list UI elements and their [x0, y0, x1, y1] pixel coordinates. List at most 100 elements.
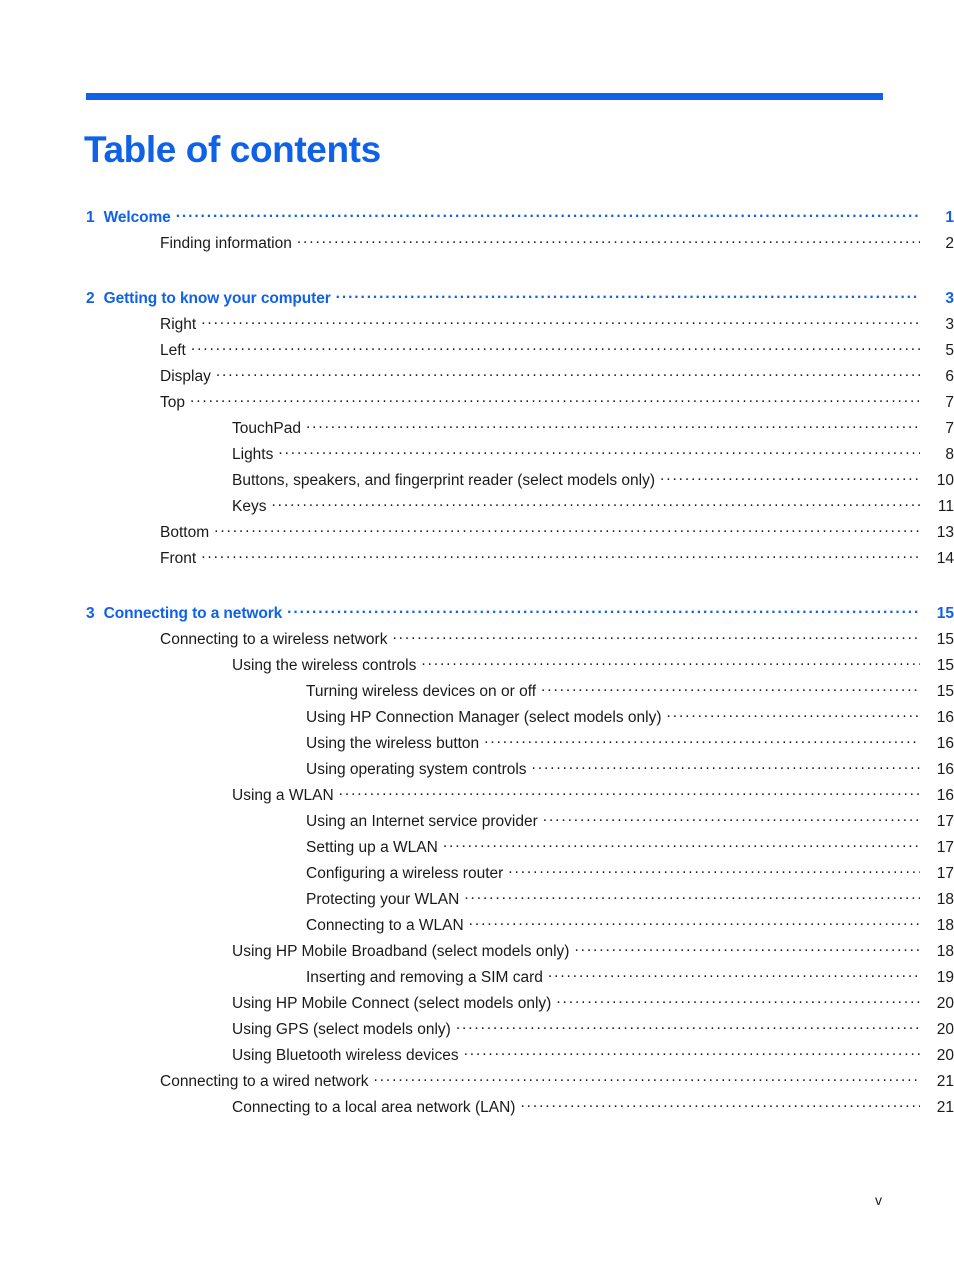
toc-entry[interactable]: Using a WLAN 16: [0, 784, 954, 810]
toc-page-number: 14: [936, 549, 954, 567]
toc-entry-label: Welcome: [103, 208, 171, 226]
toc-entry[interactable]: Lights 8: [0, 443, 954, 469]
toc-leader-dots: [287, 602, 920, 618]
toc-leader-dots: [190, 391, 920, 407]
toc-entry[interactable]: Using the wireless button 16: [0, 732, 954, 758]
toc-leader-dots: [191, 339, 920, 355]
toc-entry-label: Display: [160, 367, 211, 385]
toc-leader-dots: [484, 732, 920, 748]
toc-leader-dots: [392, 628, 920, 644]
toc-entry[interactable]: Keys 11: [0, 495, 954, 521]
toc-leader-dots: [541, 680, 920, 696]
toc-entry[interactable]: Bottom 13: [0, 521, 954, 547]
title-rule: [86, 93, 883, 100]
toc-leader-dots: [520, 1096, 920, 1112]
toc-page-number: 2: [945, 234, 954, 252]
toc-entry[interactable]: Using HP Mobile Connect (select models o…: [0, 992, 954, 1018]
toc-page-number: 17: [936, 864, 954, 882]
toc-entry[interactable]: Setting up a WLAN 17: [0, 836, 954, 862]
toc-entry[interactable]: Finding information 2: [0, 232, 954, 258]
toc-entry-label: Using operating system controls: [306, 760, 527, 778]
toc-entry-label: Using Bluetooth wireless devices: [232, 1046, 459, 1064]
toc-page-number: 18: [936, 942, 954, 960]
toc-entry-number: 3: [86, 604, 95, 622]
toc-chapter-entry[interactable]: 3 Connecting to a network 15: [0, 602, 954, 628]
toc-page-number: 19: [936, 968, 954, 986]
toc-leader-dots: [548, 966, 920, 982]
toc-leader-dots: [201, 313, 920, 329]
toc-entry-label: Keys: [232, 497, 267, 515]
toc-entry[interactable]: Connecting to a wired network 21: [0, 1070, 954, 1096]
toc-entry-label: Using an Internet service provider: [306, 812, 538, 830]
toc-entry-label: Finding information: [160, 234, 292, 252]
toc-page-number: 20: [936, 994, 954, 1012]
toc-page-number: 3: [945, 289, 954, 307]
toc-page-number: 18: [936, 890, 954, 908]
toc-page-number: 20: [936, 1046, 954, 1064]
toc-entry-label: Lights: [232, 445, 274, 463]
page-folio: v: [875, 1192, 882, 1208]
toc-entry[interactable]: Using HP Mobile Broadband (select models…: [0, 940, 954, 966]
toc-leader-dots: [297, 232, 920, 248]
toc-page-number: 1: [945, 208, 954, 226]
toc-page-number: 21: [936, 1072, 954, 1090]
toc-entry[interactable]: Turning wireless devices on or off 15: [0, 680, 954, 706]
toc-entry[interactable]: Using GPS (select models only) 20: [0, 1018, 954, 1044]
toc-entry[interactable]: Top 7: [0, 391, 954, 417]
toc-entry-number: 2: [86, 289, 95, 307]
toc-entry[interactable]: Using operating system controls 16: [0, 758, 954, 784]
toc-entry[interactable]: Using HP Connection Manager (select mode…: [0, 706, 954, 732]
toc-entry[interactable]: Connecting to a WLAN 18: [0, 914, 954, 940]
toc-entry-label: Left: [160, 341, 186, 359]
toc-entry-label: Getting to know your computer: [103, 289, 331, 307]
toc-page-number: 15: [936, 682, 954, 700]
toc-entry[interactable]: Inserting and removing a SIM card 19: [0, 966, 954, 992]
toc-entry[interactable]: Using the wireless controls 15: [0, 654, 954, 680]
toc-entry[interactable]: Buttons, speakers, and fingerprint reade…: [0, 469, 954, 495]
toc-leader-dots: [556, 992, 920, 1008]
toc-entry-label: Connecting to a local area network (LAN): [232, 1098, 516, 1116]
toc-entry-label: Connecting to a network: [103, 604, 283, 622]
toc-leader-dots: [543, 810, 920, 826]
toc-entry[interactable]: Connecting to a local area network (LAN)…: [0, 1096, 954, 1122]
toc-entry[interactable]: Configuring a wireless router 17: [0, 862, 954, 888]
toc-chapter-entry[interactable]: 2 Getting to know your computer 3: [0, 287, 954, 313]
toc-entry-label: Buttons, speakers, and fingerprint reade…: [232, 471, 656, 489]
toc-leader-dots: [443, 836, 920, 852]
toc-entry-label: Using GPS (select models only): [232, 1020, 451, 1038]
table-of-contents: 1 Welcome 1 Finding information 2 2 Getting to…: [0, 206, 954, 1122]
toc-entry-label: Using a WLAN: [232, 786, 334, 804]
toc-leader-dots: [339, 784, 920, 800]
toc-entry-label: Connecting to a wired network: [160, 1072, 369, 1090]
toc-entry-label: Bottom: [160, 523, 210, 541]
toc-entry[interactable]: Protecting your WLAN 18: [0, 888, 954, 914]
toc-leader-dots: [532, 758, 920, 774]
toc-leader-dots: [456, 1018, 920, 1034]
toc-entry[interactable]: Using Bluetooth wireless devices 20: [0, 1044, 954, 1070]
toc-leader-dots: [464, 1044, 920, 1060]
toc-leader-dots: [667, 706, 920, 722]
toc-entry[interactable]: Right 3: [0, 313, 954, 339]
toc-page-number: 6: [945, 367, 954, 385]
toc-entry[interactable]: Left 5: [0, 339, 954, 365]
toc-page-number: 16: [936, 708, 954, 726]
toc-entry[interactable]: Front 14: [0, 547, 954, 573]
toc-entry-label: Configuring a wireless router: [306, 864, 504, 882]
toc-entry-label: Front: [160, 549, 197, 567]
toc-entry[interactable]: Using an Internet service provider 17: [0, 810, 954, 836]
toc-leader-dots: [176, 206, 920, 222]
toc-page-number: 17: [936, 838, 954, 856]
toc-page-number: 5: [945, 341, 954, 359]
toc-page-number: 3: [945, 315, 954, 333]
toc-leader-dots: [374, 1070, 920, 1086]
toc-chapter-entry[interactable]: 1 Welcome 1: [0, 206, 954, 232]
toc-entry-label: Using HP Connection Manager (select mode…: [306, 708, 662, 726]
toc-entry-label: Connecting to a wireless network: [160, 630, 388, 648]
toc-leader-dots: [660, 469, 920, 485]
toc-entry[interactable]: Display 6: [0, 365, 954, 391]
toc-entry-label: TouchPad: [232, 419, 301, 437]
toc-page-number: 7: [945, 419, 954, 437]
toc-entry[interactable]: TouchPad 7: [0, 417, 954, 443]
toc-entry-label: Using HP Mobile Broadband (select models…: [232, 942, 570, 960]
toc-entry[interactable]: Connecting to a wireless network 15: [0, 628, 954, 654]
